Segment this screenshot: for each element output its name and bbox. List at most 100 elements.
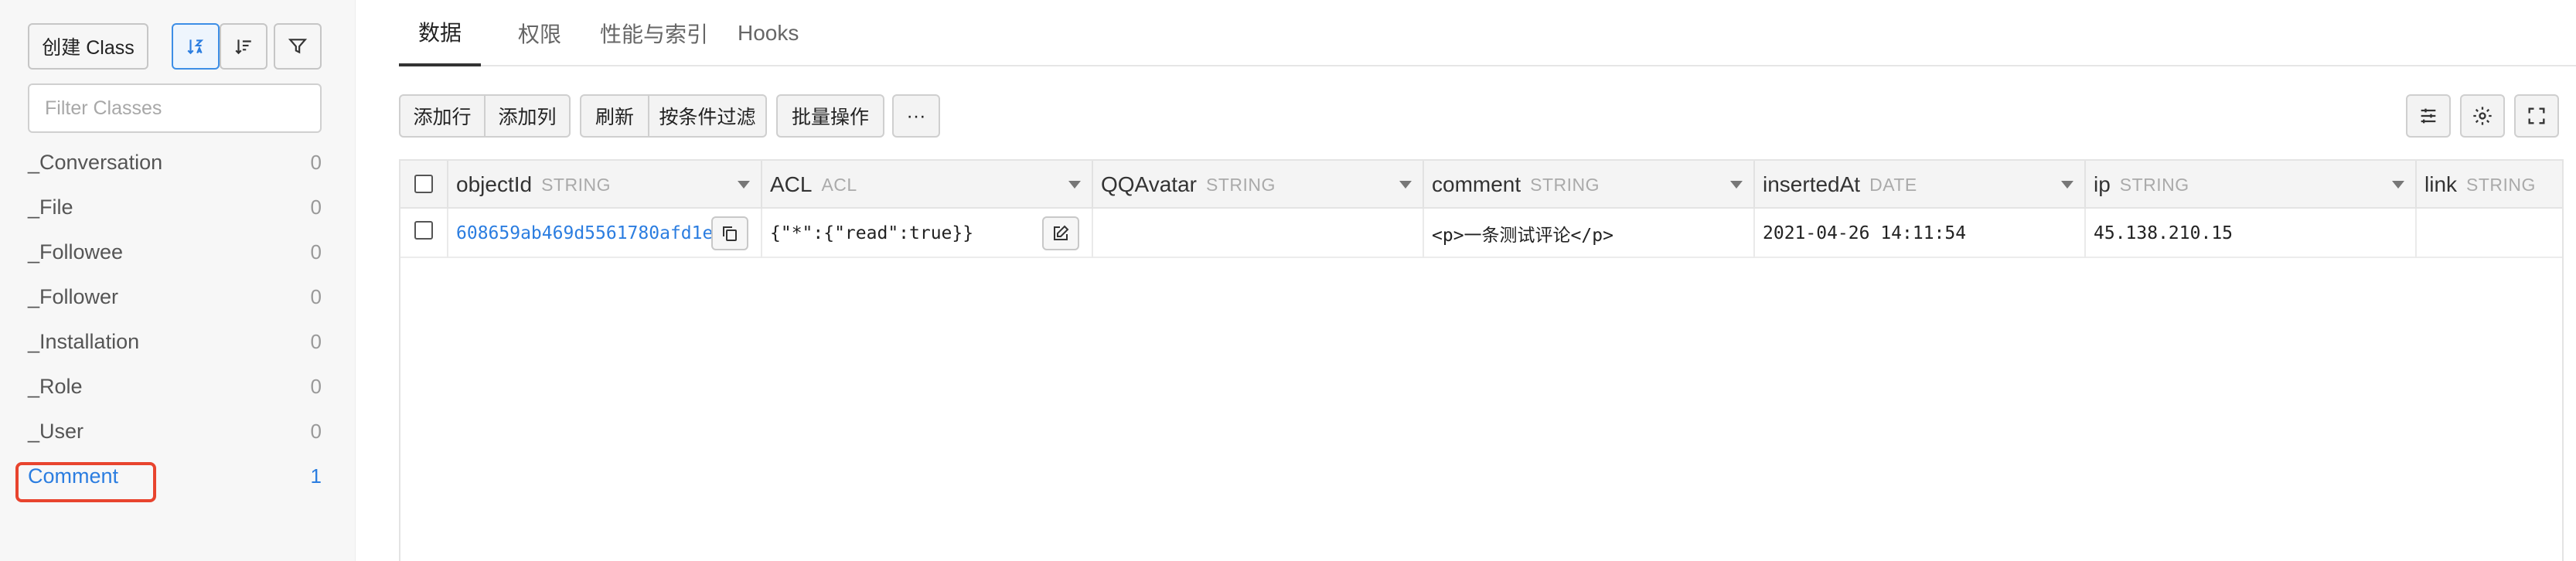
class-name: _Role (28, 374, 83, 398)
acl-value: {"*":{"read":true}} (770, 223, 974, 243)
fullscreen-button[interactable] (2514, 94, 2559, 138)
class-count: 0 (310, 374, 322, 398)
chevron-down-icon[interactable] (2392, 181, 2404, 189)
column-settings-button[interactable] (2406, 94, 2451, 138)
class-name: _Installation (28, 329, 140, 353)
more-button[interactable]: ··· (892, 94, 940, 138)
comment-value: <p>一条测试评论</p> (1432, 226, 1613, 246)
column-header-comment[interactable]: comment STRING (1424, 161, 1755, 209)
column-type: ACL (821, 174, 857, 195)
class-count: 0 (310, 195, 322, 219)
tab-data[interactable]: 数据 (399, 0, 481, 66)
add-column-button[interactable]: 添加列 (484, 94, 571, 138)
column-name: comment (1432, 172, 1521, 196)
sort-descending-button[interactable] (220, 23, 267, 70)
class-name: _Follower (28, 284, 119, 308)
sort-ascending-button[interactable] (172, 23, 220, 70)
column-name: ACL (770, 172, 813, 196)
cell-insertedat[interactable]: 2021-04-26 14:11:54 (1755, 209, 2086, 258)
row-select-cell (400, 209, 448, 258)
chevron-down-icon[interactable] (1068, 181, 1081, 189)
filter-by-condition-button[interactable]: 按条件过滤 (648, 94, 767, 138)
row-checkbox[interactable] (414, 221, 433, 240)
column-header-acl[interactable]: ACL ACL (762, 161, 1093, 209)
edit-icon (1054, 225, 1069, 240)
class-name: _File (28, 195, 73, 219)
sort-ascending-icon (187, 39, 204, 55)
sliders-icon (2421, 108, 2436, 124)
class-count: 0 (310, 329, 322, 353)
insertedat-value: 2021-04-26 14:11:54 (1763, 223, 1967, 243)
data-table: objectId STRING ACL ACL QQAvatar STRING com… (399, 159, 2564, 561)
column-name: QQAvatar (1101, 172, 1197, 196)
column-name: ip (2094, 172, 2111, 196)
edit-acl-button[interactable] (1042, 216, 1079, 250)
column-name: link (2424, 172, 2458, 196)
column-name: insertedAt (1763, 172, 1861, 196)
settings-button[interactable] (2460, 94, 2505, 138)
column-header-ip[interactable]: ip STRING (2086, 161, 2417, 209)
chevron-down-icon[interactable] (1399, 181, 1412, 189)
objectid-value[interactable]: 608659ab469d5561780afd1e (456, 223, 713, 243)
class-item[interactable]: _File 0 (28, 189, 322, 226)
class-count: 0 (310, 240, 322, 264)
chevron-down-icon[interactable] (738, 181, 750, 189)
select-all-checkbox[interactable] (414, 175, 433, 193)
chevron-down-icon[interactable] (2061, 181, 2073, 189)
column-header-objectid[interactable]: objectId STRING (448, 161, 762, 209)
select-all-header (400, 161, 448, 209)
copy-button[interactable] (711, 216, 748, 250)
column-type: STRING (2466, 174, 2536, 195)
ip-value: 45.138.210.15 (2094, 223, 2234, 243)
tab-bar: 数据 权限 性能与索引 Hooks (399, 0, 2576, 66)
tab-performance-index[interactable]: 性能与索引 (600, 0, 708, 66)
cell-link[interactable] (2417, 209, 2562, 258)
column-type: STRING (1530, 174, 1600, 195)
column-header-qqavatar[interactable]: QQAvatar STRING (1093, 161, 1424, 209)
cell-acl[interactable]: {"*":{"read":true}} (762, 209, 1093, 258)
refresh-button[interactable]: 刷新 (580, 94, 649, 138)
selected-class-highlight (15, 462, 156, 502)
add-row-button[interactable]: 添加行 (399, 94, 486, 138)
tab-permissions[interactable]: 权限 (518, 0, 561, 66)
column-header-link[interactable]: link STRING (2417, 161, 2562, 209)
filter-classes-input[interactable] (28, 83, 322, 133)
class-item[interactable]: _Followee 0 (28, 233, 322, 270)
class-item[interactable]: _User 0 (28, 413, 322, 450)
class-name: _Followee (28, 240, 124, 264)
column-type: STRING (2119, 174, 2189, 195)
class-item[interactable]: _Follower 0 (28, 278, 322, 315)
class-name: _User (28, 419, 84, 443)
class-count: 0 (310, 150, 322, 174)
column-type: DATE (1869, 174, 1917, 195)
gear-icon (2473, 107, 2492, 125)
expand-icon (2528, 107, 2545, 124)
copy-icon (723, 226, 737, 241)
column-header-insertedat[interactable]: insertedAt DATE (1755, 161, 2086, 209)
sort-descending-icon (235, 39, 251, 55)
table-row: 608659ab469d5561780afd1e {"*":{"read":tr… (400, 209, 2562, 258)
chevron-down-icon[interactable] (1730, 181, 1743, 189)
tab-hooks[interactable]: Hooks (738, 0, 799, 66)
class-item[interactable]: _Conversation 0 (28, 144, 322, 181)
class-item[interactable]: _Installation 0 (28, 323, 322, 360)
main-panel: 数据 权限 性能与索引 Hooks 添加行 添加列 刷新 按条件过滤 批量操作 … (356, 0, 2576, 561)
cell-comment[interactable]: <p>一条测试评论</p> (1424, 209, 1755, 258)
column-type: STRING (541, 174, 611, 195)
sidebar: 创建 Class _Conversation 0 _File 0 _Follow… (0, 0, 356, 561)
class-name: _Conversation (28, 150, 163, 174)
cell-objectid[interactable]: 608659ab469d5561780afd1e (448, 209, 762, 258)
class-count: 0 (310, 419, 322, 443)
column-type: STRING (1205, 174, 1276, 195)
table-header: objectId STRING ACL ACL QQAvatar STRING com… (400, 161, 2562, 209)
batch-operations-button[interactable]: 批量操作 (776, 94, 884, 138)
class-count: 1 (310, 464, 322, 488)
cell-ip[interactable]: 45.138.210.15 (2086, 209, 2417, 258)
filter-button[interactable] (274, 23, 322, 70)
column-name: objectId (456, 172, 533, 196)
cell-qqavatar[interactable] (1093, 209, 1424, 258)
filter-icon (288, 39, 308, 54)
class-item[interactable]: _Role 0 (28, 368, 322, 405)
class-count: 0 (310, 284, 322, 308)
create-class-button[interactable]: 创建 Class (28, 23, 148, 70)
